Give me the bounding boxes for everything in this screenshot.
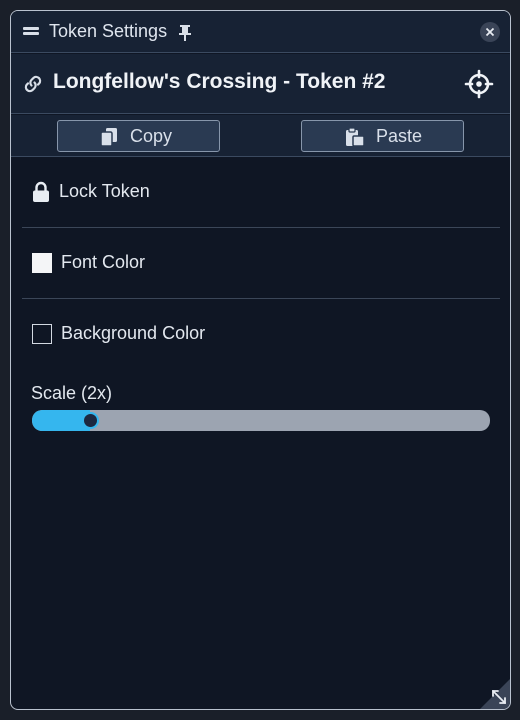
resize-icon xyxy=(480,679,510,709)
window-title: Token Settings xyxy=(49,21,168,41)
paste-label: Paste xyxy=(376,126,423,146)
drag-handle-icon[interactable] xyxy=(23,26,39,36)
title-bar[interactable]: Token Settings xyxy=(11,11,510,53)
background-color-label: Background Color xyxy=(61,323,206,343)
lock-token-toggle[interactable]: Lock Token xyxy=(11,172,510,212)
copy-paste-bar: Copy Paste xyxy=(11,115,510,157)
slider-track[interactable] xyxy=(32,410,490,431)
close-icon xyxy=(485,27,495,37)
lock-token-label: Lock Token xyxy=(59,181,150,201)
paste-button[interactable]: Paste xyxy=(301,120,464,152)
clipboard-icon xyxy=(345,127,365,152)
close-button[interactable] xyxy=(480,22,500,42)
copy-label: Copy xyxy=(130,126,173,146)
scale-label: Scale (2x) xyxy=(31,383,113,403)
font-color-label: Font Color xyxy=(61,252,146,272)
background-color-setting[interactable]: Background Color xyxy=(11,314,510,354)
divider xyxy=(22,227,500,228)
token-settings-window: Token Settings Longfellow's Crossing - T… xyxy=(10,10,511,710)
resize-handle[interactable] xyxy=(480,679,510,709)
divider xyxy=(22,298,500,299)
pin-icon[interactable] xyxy=(177,24,193,42)
token-name: Longfellow's Crossing - Token #2 xyxy=(53,70,386,93)
crosshair-icon[interactable] xyxy=(464,69,494,99)
scale-slider[interactable] xyxy=(32,410,490,431)
background-color-swatch[interactable] xyxy=(32,324,52,344)
font-color-swatch[interactable] xyxy=(32,253,52,273)
copy-button[interactable]: Copy xyxy=(57,120,220,152)
font-color-setting[interactable]: Font Color xyxy=(11,243,510,283)
link-icon[interactable] xyxy=(22,73,44,95)
lock-icon xyxy=(32,181,50,203)
token-header: Longfellow's Crossing - Token #2 xyxy=(11,54,510,114)
copy-icon xyxy=(100,127,118,152)
